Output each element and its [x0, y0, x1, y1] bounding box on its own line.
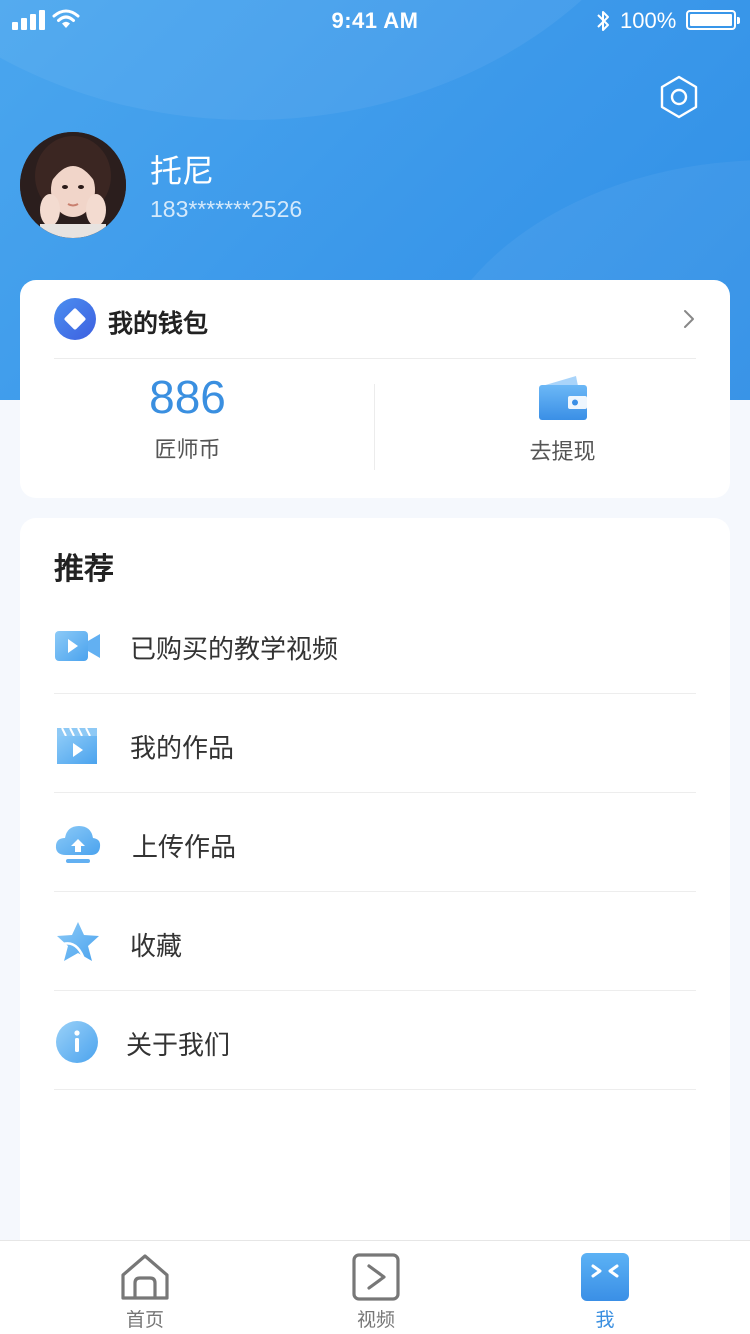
- wallet-icon: [538, 376, 587, 420]
- video-camera-icon: [55, 631, 100, 661]
- wallet-vertical-divider: [374, 384, 375, 470]
- tab-video[interactable]: 视频: [251, 1241, 501, 1334]
- menu-item-label: 收藏: [130, 932, 183, 962]
- wallet-card: 我的钱包 886 匠师币 去提现: [20, 280, 730, 498]
- video-play-icon: [352, 1253, 400, 1301]
- menu-item-my-works[interactable]: 我的作品: [54, 694, 696, 793]
- menu-item-purchased-videos[interactable]: 已购买的教学视频: [54, 595, 696, 694]
- bottom-tab-bar: 首页 视频 我: [0, 1240, 750, 1334]
- star-icon: [57, 922, 99, 963]
- menu-item-label: 上传作品: [132, 833, 237, 863]
- wallet-divider: [54, 358, 696, 359]
- menu-item-label: 关于我们: [126, 1031, 231, 1061]
- avatar[interactable]: [20, 132, 126, 238]
- menu-item-label: 我的作品: [130, 734, 235, 764]
- battery-percentage: 100%: [620, 8, 677, 33]
- tab-video-label: 视频: [356, 1309, 395, 1331]
- profile-username: 托尼: [150, 152, 215, 190]
- tab-me[interactable]: 我: [480, 1241, 730, 1334]
- chevron-right-icon[interactable]: [680, 308, 698, 330]
- battery-icon: [686, 10, 740, 30]
- coin-balance-label: 匠师币: [154, 438, 221, 463]
- wallet-header-row[interactable]: 我的钱包: [20, 280, 730, 358]
- menu-item-label: 已购买的教学视频: [130, 635, 339, 665]
- withdraw-label: 去提现: [529, 440, 596, 465]
- coin-balance[interactable]: 886 匠师币: [20, 370, 355, 480]
- tab-me-label: 我: [595, 1309, 615, 1331]
- withdraw-button[interactable]: 去提现: [395, 370, 730, 480]
- info-icon: [56, 1021, 98, 1063]
- wallet-diamond-icon: [54, 298, 96, 340]
- recommend-card: 推荐 已购买的教学视频 我的作品 上传作品 收藏 关于我们: [20, 518, 730, 1248]
- clapperboard-icon: [57, 727, 97, 764]
- tab-home-label: 首页: [125, 1309, 164, 1331]
- recommend-title: 推荐: [54, 552, 114, 587]
- profile-phone: 183*******2526: [150, 196, 303, 222]
- bluetooth-icon: [597, 11, 609, 31]
- menu-item-about-us[interactable]: 关于我们: [54, 991, 696, 1090]
- status-bar: 9:41 AM 100%: [0, 0, 750, 40]
- settings-hexagon-icon[interactable]: [656, 74, 702, 120]
- menu-item-favorites[interactable]: 收藏: [54, 892, 696, 991]
- tab-home[interactable]: 首页: [20, 1241, 270, 1334]
- coin-balance-value: 886: [149, 371, 226, 423]
- avatar-portrait-image: [20, 132, 126, 238]
- cloud-upload-icon: [55, 826, 101, 863]
- home-icon: [121, 1254, 169, 1300]
- profile-icon: [581, 1253, 629, 1301]
- menu-item-upload-works[interactable]: 上传作品: [54, 793, 696, 892]
- wallet-title: 我的钱包: [108, 309, 209, 338]
